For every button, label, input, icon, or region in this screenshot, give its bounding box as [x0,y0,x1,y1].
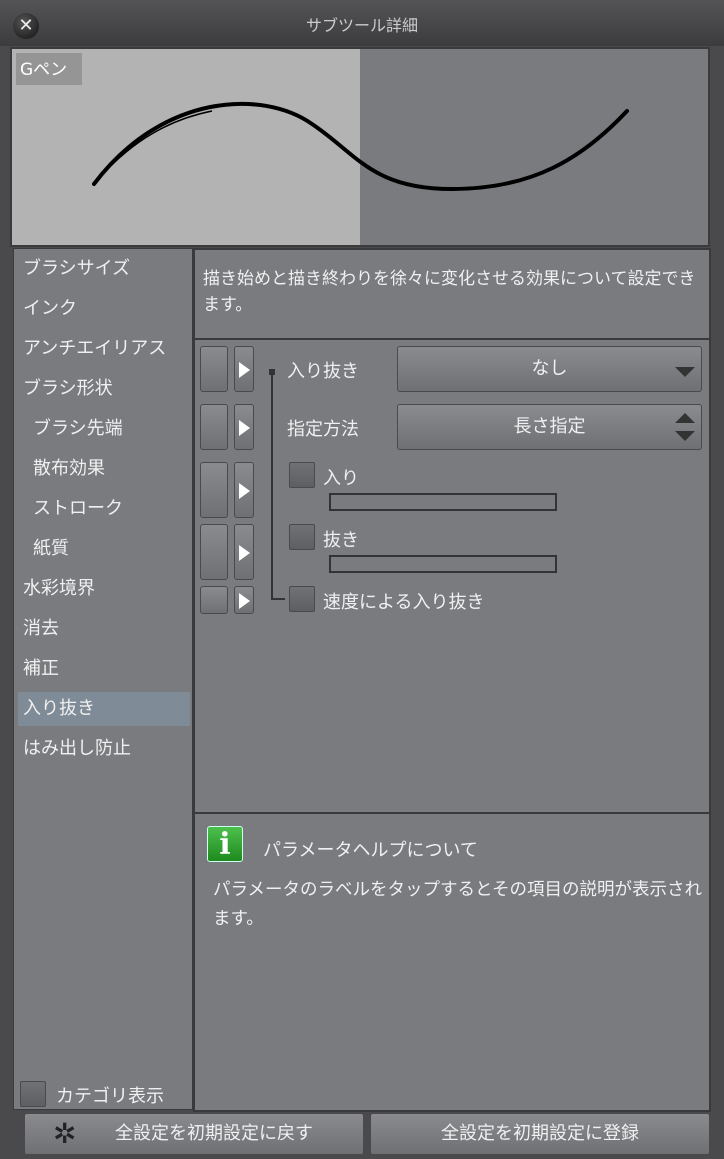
info-icon: i [207,826,243,862]
register-all-label: 全設定を初期設定に登録 [441,1123,639,1144]
help-panel: i パラメータヘルプについて パラメータのラベルをタップするとその項目の説明が表… [193,812,711,1112]
tree-line [271,372,273,600]
sidebar-item[interactable]: 水彩境界 [18,572,190,606]
nuki-slider[interactable] [329,555,557,573]
expand-arrow-icon[interactable] [234,462,254,518]
sidebar-item[interactable]: 散布効果 [18,452,190,486]
category-display-label[interactable]: カテゴリ表示 [56,1082,164,1108]
sidebar-item[interactable]: ブラシ先端 [18,412,190,446]
iri-label[interactable]: 入り [323,464,359,490]
brush-preview: Gペン [10,47,710,247]
sidebar-item[interactable]: 消去 [18,612,190,646]
pressure-toggle[interactable] [200,524,228,580]
arrow-down-icon[interactable] [675,431,695,441]
method-label[interactable]: 指定方法 [287,415,359,441]
reset-all-button[interactable]: ✲ 全設定を初期設定に戻す [24,1113,364,1155]
reset-all-label: 全設定を初期設定に戻す [115,1123,313,1144]
sidebar-item[interactable]: はみ出し防止 [18,732,190,766]
sidebar-item[interactable]: ブラシサイズ [18,252,190,286]
reset-icon: ✲ [53,1117,77,1150]
iri-slider[interactable] [329,493,557,511]
sidebar-item[interactable]: ストローク [18,492,190,526]
category-sidebar: ブラシサイズ インクアンチエイリアス ブラシ形状ブラシ先端散布効果ストローク紙質水彩… [13,248,193,1110]
pressure-toggle[interactable] [200,404,228,450]
description-panel: 描き始めと描き終わりを徐々に変化させる効果について設定できます。 [193,248,711,340]
register-all-button[interactable]: 全設定を初期設定に登録 [370,1113,710,1155]
expand-arrow-icon[interactable] [234,586,254,614]
title-bar: ✕ サブツール詳細 [0,0,724,46]
nuki-label[interactable]: 抜き [323,526,359,552]
nuki-checkbox[interactable] [289,524,315,550]
expand-arrow-icon[interactable] [234,346,254,392]
speed-checkbox[interactable] [289,586,315,612]
params-panel: 入り抜き なし 指定方法 長さ指定 入り 抜き 速度による入り抜き [193,338,711,814]
sidebar-item[interactable]: 補正 [18,652,190,686]
pressure-toggle[interactable] [200,586,228,614]
pressure-toggle[interactable] [200,462,228,518]
window-title: サブツール詳細 [305,16,418,35]
method-spinner[interactable]: 長さ指定 [397,404,702,450]
sidebar-item[interactable]: 入り抜き [18,692,190,726]
stroke-preview [92,101,629,192]
irinuki-label[interactable]: 入り抜き [287,357,359,383]
method-value: 長さ指定 [513,416,586,437]
tool-name-label: Gペン [16,53,82,85]
expand-arrow-icon[interactable] [234,404,254,450]
arrow-up-icon[interactable] [675,413,695,423]
pressure-toggle[interactable] [200,346,228,392]
irinuki-dropdown[interactable]: なし [397,346,702,392]
sidebar-item[interactable]: アンチエイリアス [18,332,190,366]
sidebar-item[interactable]: ブラシ形状 [18,372,190,406]
help-body: パラメータのラベルをタップするとその項目の説明が表示されます。 [213,880,702,929]
iri-checkbox[interactable] [289,462,315,488]
sidebar-item[interactable]: インク [18,292,190,326]
category-display-checkbox[interactable] [20,1081,46,1107]
expand-arrow-icon[interactable] [234,524,254,580]
help-title: パラメータヘルプについて [263,840,478,861]
irinuki-value: なし [531,358,568,379]
sidebar-item[interactable]: 紙質 [18,532,190,566]
speed-label[interactable]: 速度による入り抜き [323,588,484,614]
chevron-down-icon [675,367,695,377]
